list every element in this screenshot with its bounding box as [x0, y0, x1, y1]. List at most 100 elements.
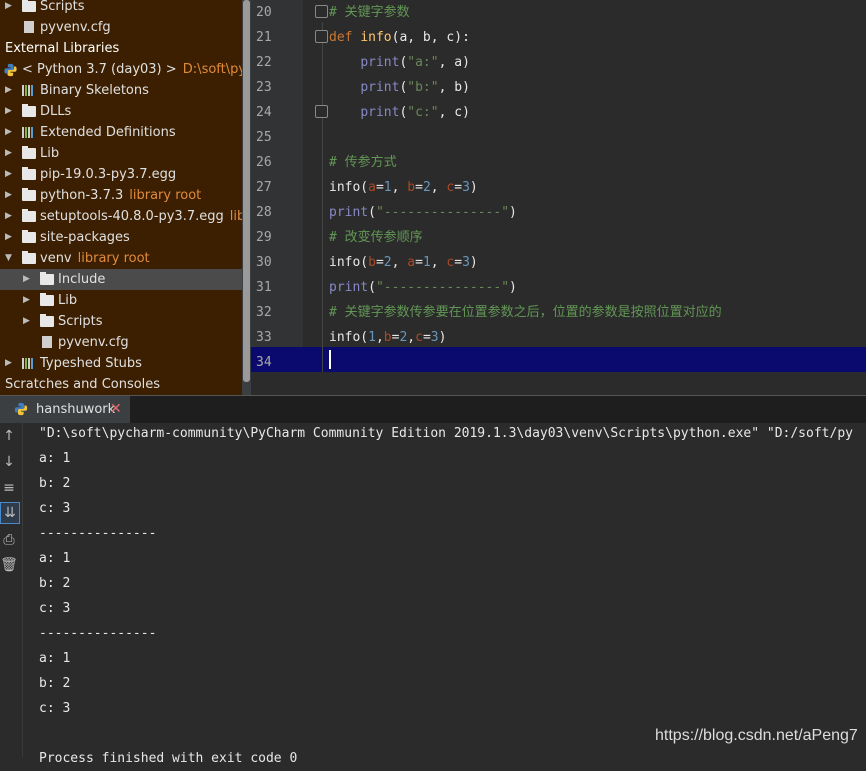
code-token: , b): [438, 80, 470, 95]
tree-item-dlls[interactable]: ▶ DLLs: [0, 101, 242, 122]
code-line[interactable]: # 改变传参顺序: [329, 225, 423, 250]
close-icon[interactable]: ✕: [110, 396, 122, 423]
code-token: (: [368, 205, 376, 220]
tree-item-external-libraries[interactable]: External Libraries: [0, 38, 242, 59]
tree-scrollbar[interactable]: [242, 0, 251, 395]
tree-item-label: setuptools-40.8.0-py3.7.egg library: [40, 206, 242, 227]
code-token: 1: [368, 330, 376, 345]
tree-item-scripts-top[interactable]: ▶ Scripts: [0, 0, 242, 17]
code-line[interactable]: # 传参方式: [329, 150, 397, 175]
code-token: =: [375, 180, 384, 195]
tree-item-pip-egg[interactable]: ▶ pip-19.0.3-py3.7.egg: [0, 164, 242, 185]
tree-scrollbar-thumb[interactable]: [243, 0, 250, 382]
code-line[interactable]: print("b:", b): [329, 75, 470, 100]
code-line[interactable]: print("a:", a): [329, 50, 470, 75]
tree-item-label: pyvenv.cfg: [58, 335, 129, 350]
chevron-right-icon[interactable]: ▶: [5, 0, 15, 17]
code-line[interactable]: print("---------------"): [329, 200, 517, 225]
fold-marker-icon[interactable]: [315, 5, 328, 18]
tree-item-scratches[interactable]: Scratches and Consoles: [0, 374, 242, 395]
chevron-down-icon[interactable]: ▼: [5, 248, 15, 269]
code-line[interactable]: print("c:", c): [329, 100, 470, 125]
chevron-right-icon[interactable]: ▶: [5, 164, 15, 185]
current-line-highlight: [251, 347, 866, 372]
fold-marker-icon[interactable]: [315, 105, 328, 118]
folder-icon: [22, 146, 36, 159]
tree-item-lib[interactable]: ▶ Lib: [0, 143, 242, 164]
folder-icon: [22, 209, 36, 222]
item-name: setuptools-40.8.0-py3.7.egg: [40, 209, 224, 224]
console-output-line: ---------------: [39, 626, 157, 641]
tree-item-venv[interactable]: ▼ venv library root: [0, 248, 242, 269]
code-token: "---------------": [375, 280, 510, 295]
code-token: "b:": [407, 80, 439, 95]
folder-icon: [22, 0, 36, 12]
line-number: 20: [256, 5, 272, 20]
run-toolbar: ↑ ↓ ≡ ⇊ ⎙ 🗑: [0, 423, 23, 757]
tree-item-label: Scripts: [58, 314, 103, 329]
arrow-up-icon[interactable]: ↑: [0, 426, 18, 446]
library-root-tag: library root: [129, 188, 202, 203]
code-line[interactable]: info(1,b=2,c=3): [329, 325, 446, 350]
chevron-right-icon[interactable]: ▶: [5, 227, 15, 248]
code-token: print: [329, 280, 369, 295]
console-output-line: c: 3: [39, 501, 71, 516]
chevron-right-icon[interactable]: ▶: [5, 353, 15, 374]
chevron-right-icon[interactable]: ▶: [5, 122, 15, 143]
tree-item-venv-lib[interactable]: ▶ Lib: [0, 290, 242, 311]
print-icon[interactable]: ⎙: [0, 530, 18, 550]
run-console[interactable]: [23, 423, 866, 757]
chevron-right-icon[interactable]: ▶: [23, 311, 33, 332]
trash-icon[interactable]: 🗑: [0, 555, 18, 575]
code-token: , c): [438, 105, 470, 120]
arrow-down-icon[interactable]: ↓: [0, 452, 18, 472]
tree-item-python-373[interactable]: ▶ python-3.7.3 library root: [0, 185, 242, 206]
chevron-right-icon[interactable]: ▶: [23, 290, 33, 311]
tree-item-binary-skeletons[interactable]: ▶ Binary Skeletons: [0, 80, 242, 101]
code-line[interactable]: def info(a, b, c):: [329, 25, 470, 50]
code-line[interactable]: info(a=1, b=2, c=3): [329, 175, 478, 200]
library-icon: [22, 127, 36, 138]
chevron-right-icon[interactable]: ▶: [5, 206, 15, 227]
line-number: 23: [256, 80, 272, 95]
soft-wrap-icon[interactable]: ≡: [0, 478, 18, 498]
code-token: =: [454, 255, 463, 270]
code-token: ,: [430, 180, 447, 195]
tree-item-extended-definitions[interactable]: ▶ Extended Definitions: [0, 122, 242, 143]
scroll-to-end-icon[interactable]: ⇊: [0, 502, 20, 524]
chevron-right-icon[interactable]: ▶: [5, 185, 15, 206]
tree-item-pyvenv-top[interactable]: pyvenv.cfg: [0, 17, 242, 38]
code-token: b: [407, 180, 416, 195]
console-output-line: b: 2: [39, 676, 71, 691]
code-line[interactable]: # 关键字参数传参要在位置参数之后，位置的参数是按照位置对应的: [329, 300, 722, 325]
code-token: =: [415, 255, 423, 270]
folder-icon: [22, 104, 36, 117]
tree-item-include[interactable]: ▶ Include: [0, 269, 242, 290]
code-line[interactable]: info(b=2, a=1, c=3): [329, 250, 478, 275]
code-token: def: [329, 30, 361, 45]
code-token: (a, b, c):: [391, 30, 470, 45]
code-token: info: [360, 30, 392, 45]
fold-marker-icon[interactable]: [315, 30, 328, 43]
tree-item-typeshed-stubs[interactable]: ▶ Typeshed Stubs: [0, 353, 242, 374]
chevron-right-icon[interactable]: ▶: [5, 143, 15, 164]
tree-item-venv-scripts[interactable]: ▶ Scripts: [0, 311, 242, 332]
folder-icon: [22, 167, 36, 180]
chevron-right-icon[interactable]: ▶: [23, 269, 33, 290]
line-number: 31: [256, 280, 272, 295]
line-number: 22: [256, 55, 272, 70]
line-number: 33: [256, 330, 272, 345]
tree-item-setuptools-egg[interactable]: ▶ setuptools-40.8.0-py3.7.egg library: [0, 206, 242, 227]
code-line[interactable]: print("---------------"): [329, 275, 517, 300]
chevron-right-icon[interactable]: ▶: [5, 80, 15, 101]
tree-item-venv-pyvenv[interactable]: pyvenv.cfg: [0, 332, 242, 353]
code-token: ,: [375, 330, 384, 345]
tree-item-python-sdk[interactable]: < Python 3.7 (day03) > D:\soft\pychar: [0, 59, 242, 80]
code-line[interactable]: # 关键字参数: [329, 0, 410, 25]
tree-item-site-packages[interactable]: ▶ site-packages: [0, 227, 242, 248]
chevron-right-icon[interactable]: ▶: [5, 101, 15, 122]
tree-item-label: External Libraries: [5, 41, 120, 56]
